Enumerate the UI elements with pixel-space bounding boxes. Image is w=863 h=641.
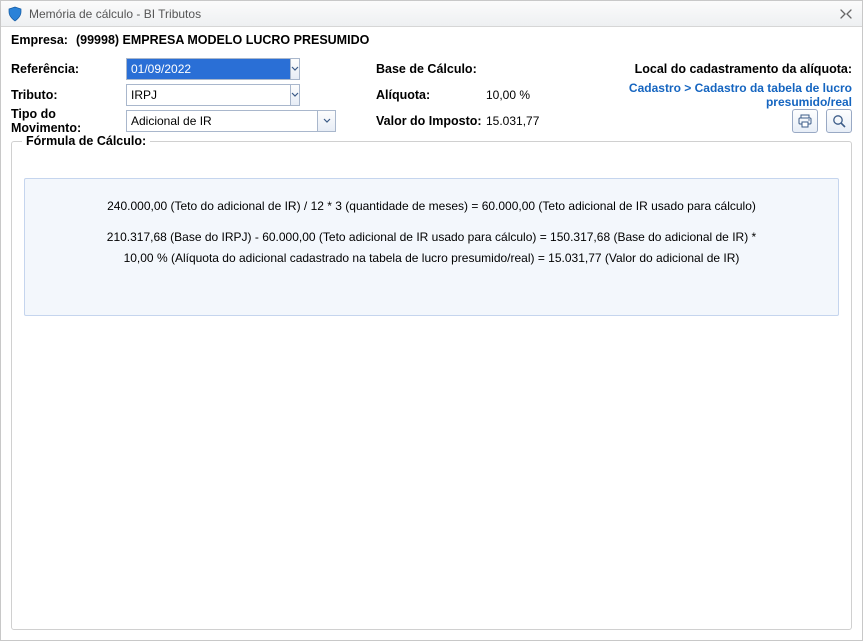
chevron-down-icon [323, 118, 331, 124]
tributo-dropdown-button[interactable] [291, 84, 300, 106]
referencia-input[interactable] [126, 58, 291, 80]
referencia-field[interactable] [126, 58, 274, 80]
aliquota-value: 10,00 % [486, 88, 586, 102]
tipo-movimento-input[interactable] [126, 110, 318, 132]
formula-group: Fórmula de Cálculo: 240.000,00 (Teto do … [11, 141, 852, 630]
formula-line-1: 240.000,00 (Teto do adicional de IR) / 1… [39, 197, 824, 216]
zoom-button[interactable] [826, 109, 852, 133]
empresa-value: (99998) EMPRESA MODELO LUCRO PRESUMIDO [76, 33, 369, 47]
tributo-field[interactable] [126, 84, 274, 106]
tipo-movimento-field[interactable] [126, 110, 336, 132]
chevron-down-icon [291, 92, 299, 98]
aliquota-label: Alíquota: [376, 88, 486, 102]
app-window: Memória de cálculo - BI Tributos Empresa… [0, 0, 863, 641]
formula-line-2: 210.317,68 (Base do IRPJ) - 60.000,00 (T… [39, 228, 824, 247]
referencia-dropdown-button[interactable] [291, 58, 300, 80]
window-title: Memória de cálculo - BI Tributos [29, 7, 201, 21]
app-icon [7, 6, 23, 22]
formula-legend: Fórmula de Cálculo: [22, 134, 150, 148]
close-icon [840, 9, 852, 19]
chevron-down-icon [291, 66, 299, 72]
tributo-input[interactable] [126, 84, 291, 106]
tipo-movimento-dropdown-button[interactable] [318, 110, 336, 132]
print-button[interactable] [792, 109, 818, 133]
formula-line-3: 10,00 % (Alíquota do adicional cadastrad… [39, 249, 824, 268]
local-cadastramento-label: Local do cadastramento da alíquota: [586, 62, 852, 76]
valor-imposto-value: 15.031,77 [486, 114, 586, 128]
magnifier-icon [831, 113, 847, 129]
formula-box: 240.000,00 (Teto do adicional de IR) / 1… [24, 178, 839, 316]
content-area: Empresa: (99998) EMPRESA MODELO LUCRO PR… [1, 27, 862, 640]
referencia-label: Referência: [11, 62, 126, 76]
empresa-label: Empresa: [11, 33, 68, 47]
cadastro-link[interactable]: Cadastro > Cadastro da tabela de lucro p… [586, 81, 852, 109]
tipo-movimento-label: Tipo do Movimento: [11, 107, 126, 135]
window-close-button[interactable] [836, 6, 856, 22]
form-grid: Referência: Base de Cálculo: Local do ca… [11, 57, 852, 133]
empresa-row: Empresa: (99998) EMPRESA MODELO LUCRO PR… [11, 33, 852, 47]
titlebar: Memória de cálculo - BI Tributos [1, 1, 862, 27]
valor-imposto-label: Valor do Imposto: [376, 114, 486, 128]
printer-icon [797, 113, 813, 129]
tributo-label: Tributo: [11, 88, 126, 102]
base-calc-label: Base de Cálculo: [376, 62, 486, 76]
